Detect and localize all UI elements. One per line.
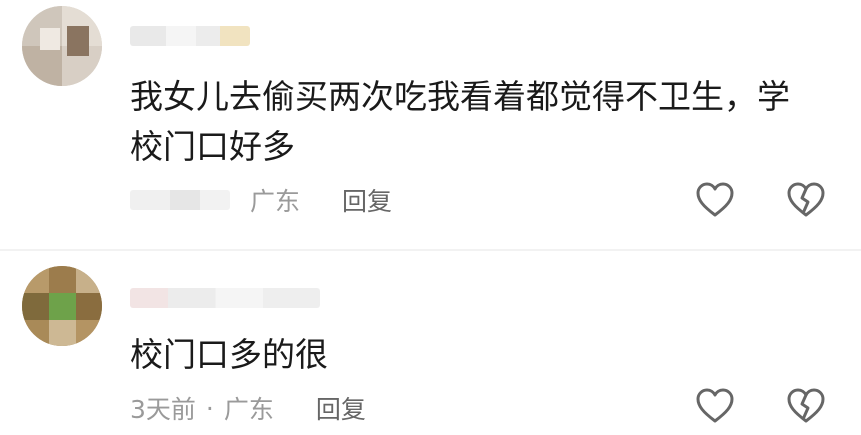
meta-separator: · — [205, 393, 214, 423]
comment-text: 我女儿去偷买两次吃我看着都觉得不卫生，学 校门口好多 — [130, 72, 830, 172]
comment-line: 校门口多的很 — [130, 335, 328, 374]
username-blurred[interactable] — [130, 288, 320, 308]
username-blurred[interactable] — [130, 26, 250, 46]
timestamp: 3天前 — [130, 395, 196, 424]
divider — [0, 249, 861, 251]
comment-item: 我女儿去偷买两次吃我看着都觉得不卫生，学 校门口好多 广东 回复 — [0, 0, 861, 250]
reply-button[interactable]: 回复 — [342, 182, 392, 218]
broken-heart-outline-icon[interactable] — [784, 178, 828, 222]
reply-button[interactable]: 回复 — [316, 390, 366, 426]
comment-meta: 3天前 · 广东 回复 — [130, 390, 366, 426]
comment-item: 校门口多的很 3天前 · 广东 回复 — [0, 252, 861, 435]
comment-text: 校门口多的很 — [130, 330, 830, 380]
avatar[interactable] — [22, 6, 102, 86]
comment-line: 我女儿去偷买两次吃我看着都觉得不卫生，学 — [130, 77, 790, 116]
comment-line: 校门口好多 — [130, 127, 295, 166]
region-label: 广东 — [223, 395, 274, 424]
region-label: 广东 — [250, 187, 301, 216]
heart-outline-icon[interactable] — [693, 178, 737, 222]
avatar[interactable] — [22, 266, 102, 346]
comment-meta: 广东 回复 — [130, 182, 392, 218]
time-blurred — [130, 190, 230, 210]
heart-outline-icon[interactable] — [693, 384, 737, 428]
broken-heart-outline-icon[interactable] — [784, 384, 828, 428]
